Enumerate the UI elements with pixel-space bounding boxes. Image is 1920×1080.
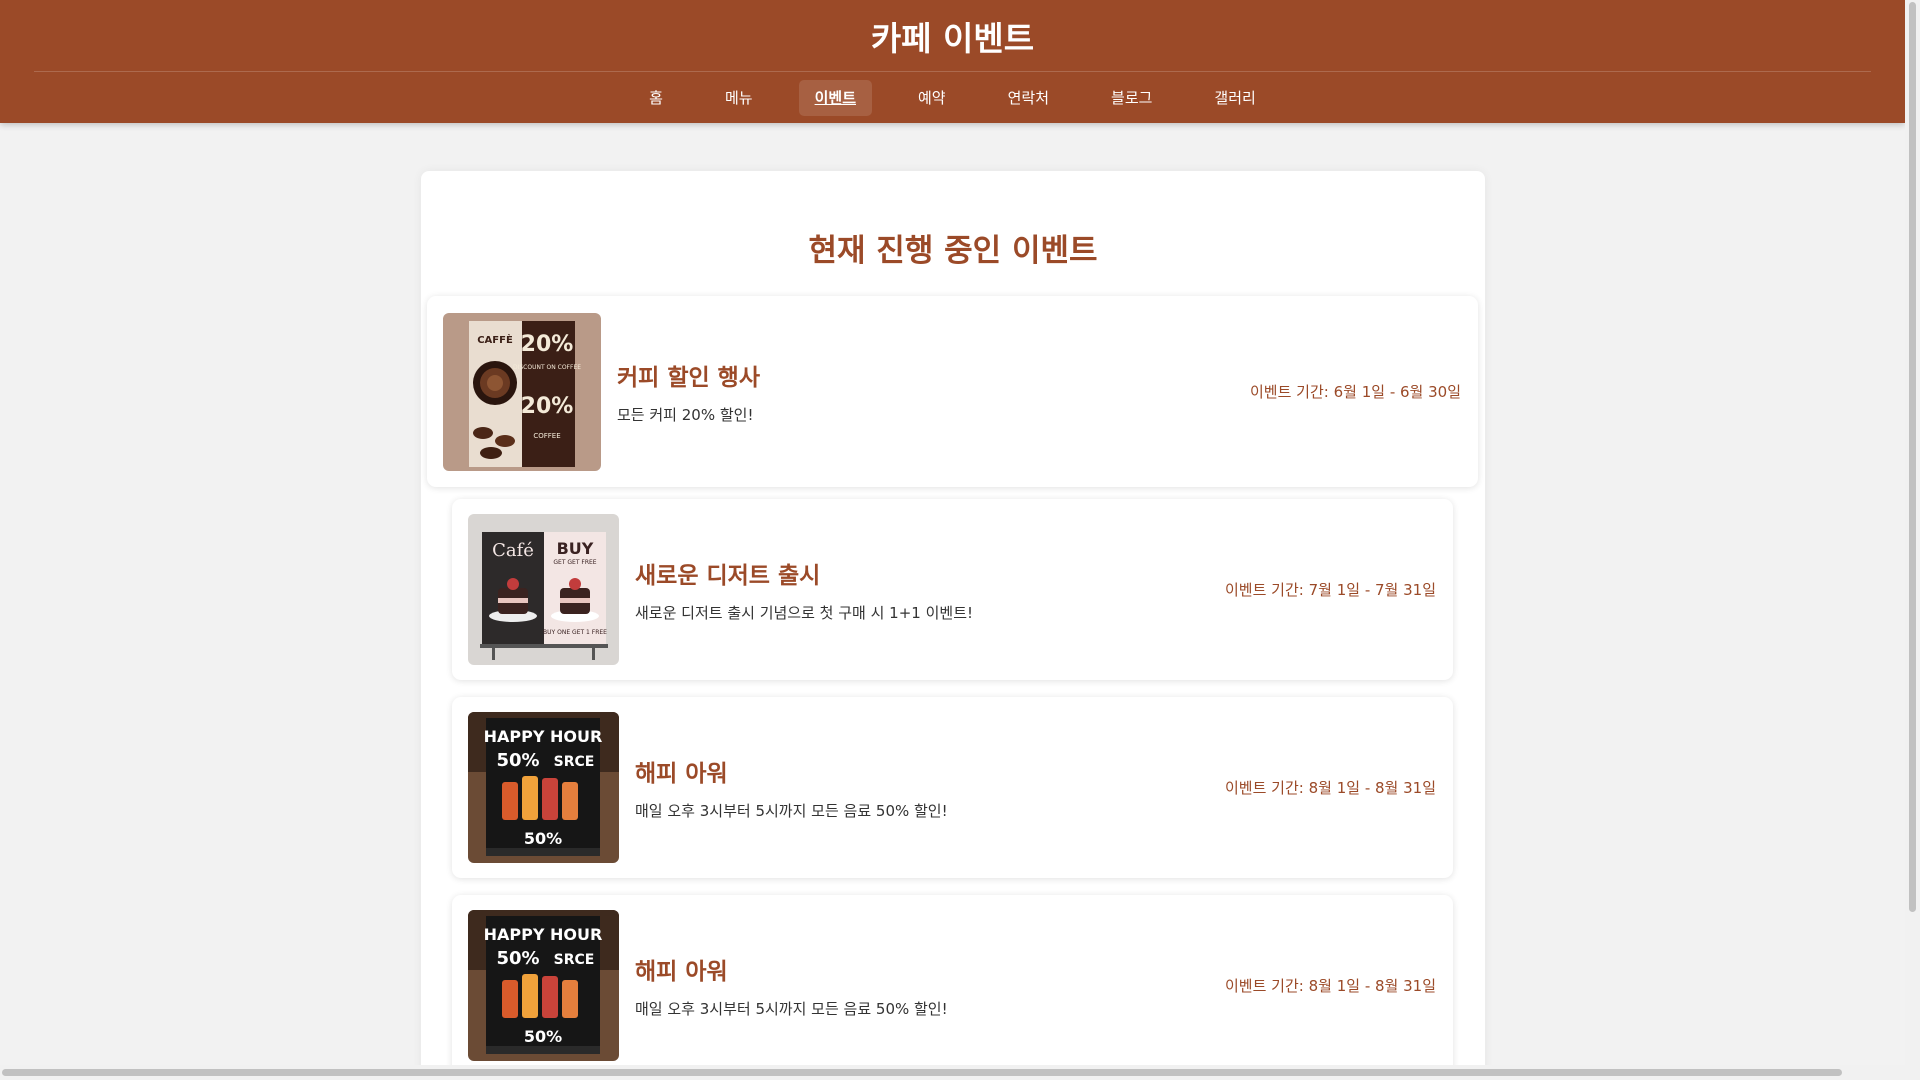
event-title: 해피 아워 xyxy=(635,761,728,787)
poster1-text-a: CAFFÈ xyxy=(477,333,513,346)
event-title: 새로운 디저트 출시 xyxy=(635,563,821,589)
main-nav: 홈 메뉴 이벤트 예약 연락처 블로그 갤러리 xyxy=(0,80,1905,116)
nav-reservation[interactable]: 예약 xyxy=(902,80,962,116)
poster4-text-b: 50% xyxy=(496,948,539,969)
vertical-scrollbar[interactable] xyxy=(1905,0,1920,1080)
site-header: 카페 이벤트 홈 메뉴 이벤트 예약 연락처 블로그 갤러리 xyxy=(0,0,1905,123)
event-title: 커피 할인 행사 xyxy=(617,365,760,391)
event-poster-happy-hour-2: HAPPY HOUR 50% SRCE 50% xyxy=(468,910,619,1061)
event-title: 해피 아워 xyxy=(635,959,728,985)
poster4-text-a: HAPPY HOUR xyxy=(484,925,603,944)
nav-blog[interactable]: 블로그 xyxy=(1095,80,1168,116)
event-period: 이벤트 기간: 6월 1일 - 6월 30일 xyxy=(1250,383,1461,401)
nav-contact[interactable]: 연락처 xyxy=(992,80,1065,116)
event-period: 이벤트 기간: 7월 1일 - 7월 31일 xyxy=(1225,581,1436,599)
poster2-text-b: BUY xyxy=(557,539,594,558)
nav-gallery[interactable]: 갤러리 xyxy=(1198,80,1271,116)
poster3-text-c: SRCE xyxy=(554,754,595,770)
poster1-text-b2: 20% xyxy=(521,394,574,419)
nav-menu[interactable]: 메뉴 xyxy=(709,80,769,116)
event-poster-dessert: Café BUY GET GET FREE BUY ONE GET 1 FREE xyxy=(468,514,619,665)
vertical-scrollbar-thumb[interactable] xyxy=(1909,2,1916,912)
poster2-text-d: BUY ONE GET 1 FREE xyxy=(543,629,607,636)
event-period: 이벤트 기간: 8월 1일 - 8월 31일 xyxy=(1225,977,1436,995)
event-card-happy-hour-2[interactable]: HAPPY HOUR 50% SRCE 50% 해피 아워 매일 오후 3시부터… xyxy=(452,895,1453,1076)
poster3-text-b2: 50% xyxy=(524,829,562,848)
event-text-dessert: 새로운 디저트 출시 새로운 디저트 출시 기념으로 첫 구매 시 1+1 이벤… xyxy=(635,556,1225,623)
event-description: 새로운 디저트 출시 기념으로 첫 구매 시 1+1 이벤트! xyxy=(635,604,974,622)
poster1-text-d: COFFEE xyxy=(533,432,560,440)
event-card-dessert[interactable]: Café BUY GET GET FREE BUY ONE GET 1 FREE… xyxy=(452,499,1453,680)
section-title: 현재 진행 중인 이벤트 xyxy=(808,233,1098,269)
event-text-happy-hour: 해피 아워 매일 오후 3시부터 5시까지 모든 음료 50% 할인! xyxy=(635,754,1225,821)
poster3-text-a: HAPPY HOUR xyxy=(484,727,603,746)
poster1-text-b: 20% xyxy=(521,332,574,357)
poster4-text-b2: 50% xyxy=(524,1027,562,1046)
site-title: 카페 이벤트 xyxy=(870,19,1035,58)
event-description: 매일 오후 3시부터 5시까지 모든 음료 50% 할인! xyxy=(635,802,948,820)
event-text-coffee: 커피 할인 행사 모든 커피 20% 할인! xyxy=(617,358,1250,425)
horizontal-scrollbar-thumb[interactable] xyxy=(2,1069,1842,1076)
event-period: 이벤트 기간: 8월 1일 - 8월 31일 xyxy=(1225,779,1436,797)
poster2-text-a: Café xyxy=(492,540,534,561)
nav-home[interactable]: 홈 xyxy=(633,80,679,116)
event-text-happy-hour-2: 해피 아워 매일 오후 3시부터 5시까지 모든 음료 50% 할인! xyxy=(635,952,1225,1019)
event-card-coffee[interactable]: CAFFÈ 20% DISCOUNT ON COFFEE 20% COFFEE … xyxy=(427,296,1478,487)
horizontal-scrollbar[interactable] xyxy=(0,1065,1905,1080)
event-card-happy-hour[interactable]: HAPPY HOUR 50% SRCE 50% 해피 아워 매일 오후 3시부터… xyxy=(452,697,1453,878)
poster2-text-c: GET GET FREE xyxy=(553,559,596,566)
event-poster-coffee: CAFFÈ 20% DISCOUNT ON COFFEE 20% COFFEE xyxy=(443,312,601,471)
poster1-text-c: DISCOUNT ON COFFEE xyxy=(513,364,581,371)
poster3-text-b: 50% xyxy=(496,750,539,771)
event-description: 매일 오후 3시부터 5시까지 모든 음료 50% 할인! xyxy=(635,1000,948,1018)
nav-events[interactable]: 이벤트 xyxy=(798,80,872,116)
events-container: 현재 진행 중인 이벤트 CAFFÈ 20% DISCOUNT ON COFFE… xyxy=(421,171,1485,1080)
header-divider xyxy=(34,71,1871,72)
poster4-text-c: SRCE xyxy=(554,952,595,968)
event-poster-happy-hour: HAPPY HOUR 50% SRCE 50% xyxy=(468,712,619,863)
event-description: 모든 커피 20% 할인! xyxy=(617,406,754,424)
